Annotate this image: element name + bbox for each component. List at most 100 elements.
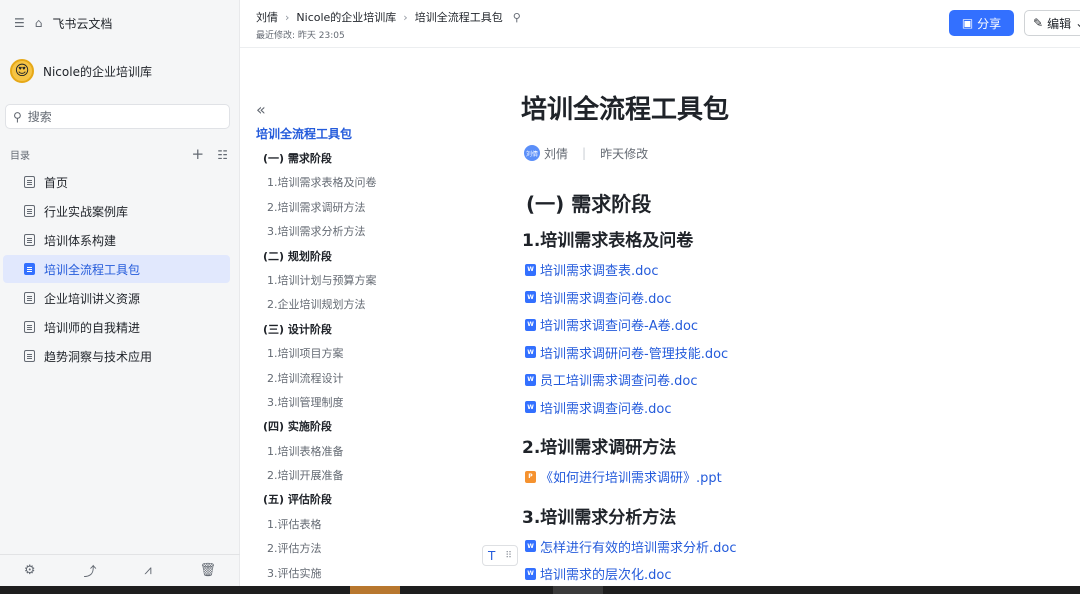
file-link[interactable]: W 培训需求调研问卷-管理技能.doc [525,339,1080,367]
top-bar: 刘倩 › Nicole的企业培训库 › 培训全流程工具包 ⚲ 最近修改: 昨天 … [240,0,1080,48]
outline-title[interactable]: 培训全流程工具包 [256,122,456,147]
file-link[interactable]: W 培训需求调查表.doc [525,256,1080,284]
file-link[interactable]: W 培训需求调查问卷-A卷.doc [525,311,1080,339]
stats-icon[interactable]: ⩘ [144,563,151,578]
text-type-icon[interactable]: T [488,549,495,563]
outline-item[interactable]: 3.评估实施 [256,562,456,586]
file-name: 培训需求调研问卷-管理技能.doc [540,346,729,362]
outline-item[interactable]: 2.评估方法 [256,537,456,561]
sidebar-item[interactable]: 培训全流程工具包 [3,255,230,283]
file-name: 培训需求调查表.doc [540,264,659,280]
file-list: P 《如何进行培训需求调研》.ppt [520,463,1080,491]
share-button[interactable]: ▣ 分享 [949,10,1014,36]
sidebar-item[interactable]: 企业培训讲义资源 [3,284,230,312]
chevron-right-icon: › [285,10,290,24]
outline-section[interactable]: (三) 设计阶段 [256,318,456,342]
outline-item[interactable]: 1.培训计划与预算方案 [256,269,456,293]
subsection-heading: 2.培训需求调研方法 [522,438,677,458]
outline-item[interactable]: 2.培训需求调研方法 [256,196,456,220]
search-input[interactable]: ⚲ 搜索 [5,104,230,129]
word-file-icon: W [525,318,536,331]
file-list: W 培训需求调查表.doc W 培训需求调查问卷.doc W 培训需求调查问卷-A卷.do… [520,256,1080,421]
block-toolbar[interactable]: T ⠿ [482,545,518,566]
home-icon[interactable]: ⌂ [35,16,43,30]
space-name: Nicole的企业培训库 [43,64,152,79]
outline-item[interactable]: 3.培训需求分析方法 [256,220,456,244]
document-body: 培训全流程工具包 刘倩 刘倩 | 昨天修改 (一) 需求阶段 1.培训需求表格及… [520,90,1080,588]
sidebar-item[interactable]: 培训体系构建 [3,226,230,254]
outline-section[interactable]: (五) 评估阶段 [256,488,456,512]
sidebar-item-label: 培训体系构建 [44,233,117,248]
word-file-icon: W [525,567,536,580]
outline-item[interactable]: 2.企业培训规划方法 [256,293,456,317]
outline-item[interactable]: 1.培训表格准备 [256,440,456,464]
doc-icon [24,234,35,246]
file-link[interactable]: W 培训需求调查问卷.doc [525,394,1080,422]
modified-time: 昨天修改 [600,146,649,161]
file-name: 培训需求的层次化.doc [540,568,672,584]
sidebar-item[interactable]: 首页 [3,168,230,196]
taskbar-app[interactable] [553,586,603,594]
list-icon[interactable]: ☷ [217,148,228,162]
collapse-menu-icon[interactable]: ☰ [14,16,25,30]
word-file-icon: W [525,263,536,276]
author-name[interactable]: 刘倩 [544,145,568,162]
last-modified: 最近修改: 昨天 23:05 [256,31,345,41]
toc-label: 目录 [10,150,30,162]
sidebar-item[interactable]: 行业实战案例库 [3,197,230,225]
app-name: 飞书云文档 [52,16,113,31]
settings-icon[interactable]: ⚙ [24,563,36,578]
outline-item[interactable]: 1.培训需求表格及问卷 [256,171,456,195]
edit-button[interactable]: ✎ 编辑 ⌄ [1024,10,1080,36]
word-file-icon: W [525,373,536,386]
file-name: 《如何进行培训需求调研》.ppt [540,471,722,487]
file-name: 培训需求调查问卷.doc [540,401,672,417]
pin-icon[interactable]: ⚲ [513,11,521,24]
search-placeholder: 搜索 [27,110,52,124]
outline-section[interactable]: (一) 需求阶段 [256,147,456,171]
outline-item[interactable]: 2.培训流程设计 [256,367,456,391]
share-out-icon[interactable]: ⤴ [83,561,96,580]
outline-item[interactable]: 1.评估表格 [256,513,456,537]
file-link[interactable]: W 怎样进行有效的培训需求分析.doc [525,533,1080,561]
pencil-icon: ✎ [1033,16,1044,30]
word-file-icon: W [525,401,536,414]
file-link[interactable]: W 培训需求的层次化.doc [525,560,1080,588]
word-file-icon: W [525,291,536,304]
taskbar-app[interactable] [350,586,400,594]
breadcrumb-item[interactable]: Nicole的企业培训库 [296,9,396,25]
breadcrumb-item[interactable]: 培训全流程工具包 [415,9,503,25]
app-header: ☰ ⌂ 飞书云文档 [14,14,112,32]
divider: | [582,146,587,160]
sidebar-nav: 首页 行业实战案例库培训体系构建培训全流程工具包 企业培训讲义资源培训师的自我精进趋… [3,168,230,371]
outline-item[interactable]: 1.培训项目方案 [256,342,456,366]
file-name: 培训需求调查问卷.doc [540,291,672,307]
trash-icon[interactable]: 🗑 [200,563,217,578]
word-file-icon: W [525,346,536,359]
breadcrumb: 刘倩 › Nicole的企业培训库 › 培训全流程工具包 ⚲ [256,9,521,25]
avatar[interactable]: 刘倩 [524,145,540,161]
doc-share-icon: ▣ [961,16,974,30]
plus-icon[interactable]: + [191,145,204,163]
outline-item[interactable]: 3.培训管理制度 [256,391,456,415]
section-heading: (一) 需求阶段 [526,192,652,216]
sidebar: ☰ ⌂ 飞书云文档 😍 Nicole的企业培训库 ⚲ 搜索 目录 + ☷ 首页行… [0,0,240,586]
file-link[interactable]: W 培训需求调查问卷.doc [525,284,1080,312]
space-switcher[interactable]: 😍 Nicole的企业培训库 [10,59,152,83]
sidebar-item[interactable]: 培训师的自我精进 [3,313,230,341]
drag-handle-icon[interactable]: ⠿ [505,551,512,561]
file-name: 培训需求调查问卷-A卷.doc [540,319,699,335]
outline-section[interactable]: (四) 实施阶段 [256,415,456,439]
outline-section[interactable]: (二) 规划阶段 [256,245,456,269]
collapse-outline-icon[interactable]: « [256,100,456,122]
document-outline: « 培训全流程工具包 (一) 需求阶段 1.培训需求表格及问卷 2.培训需求调研方法… [256,100,456,586]
taskbar [0,586,1080,594]
breadcrumb-item[interactable]: 刘倩 [256,9,278,25]
sidebar-item[interactable]: 趋势洞察与技术应用 [3,342,230,370]
share-label: 分享 [977,16,1002,31]
outline-item[interactable]: 2.培训开展准备 [256,464,456,488]
file-link[interactable]: W 员工培训需求调查问卷.doc [525,366,1080,394]
file-name: 员工培训需求调查问卷.doc [540,374,698,390]
file-link[interactable]: P 《如何进行培训需求调研》.ppt [525,463,1080,491]
sidebar-item-label: 培训师的自我精进 [44,320,141,335]
